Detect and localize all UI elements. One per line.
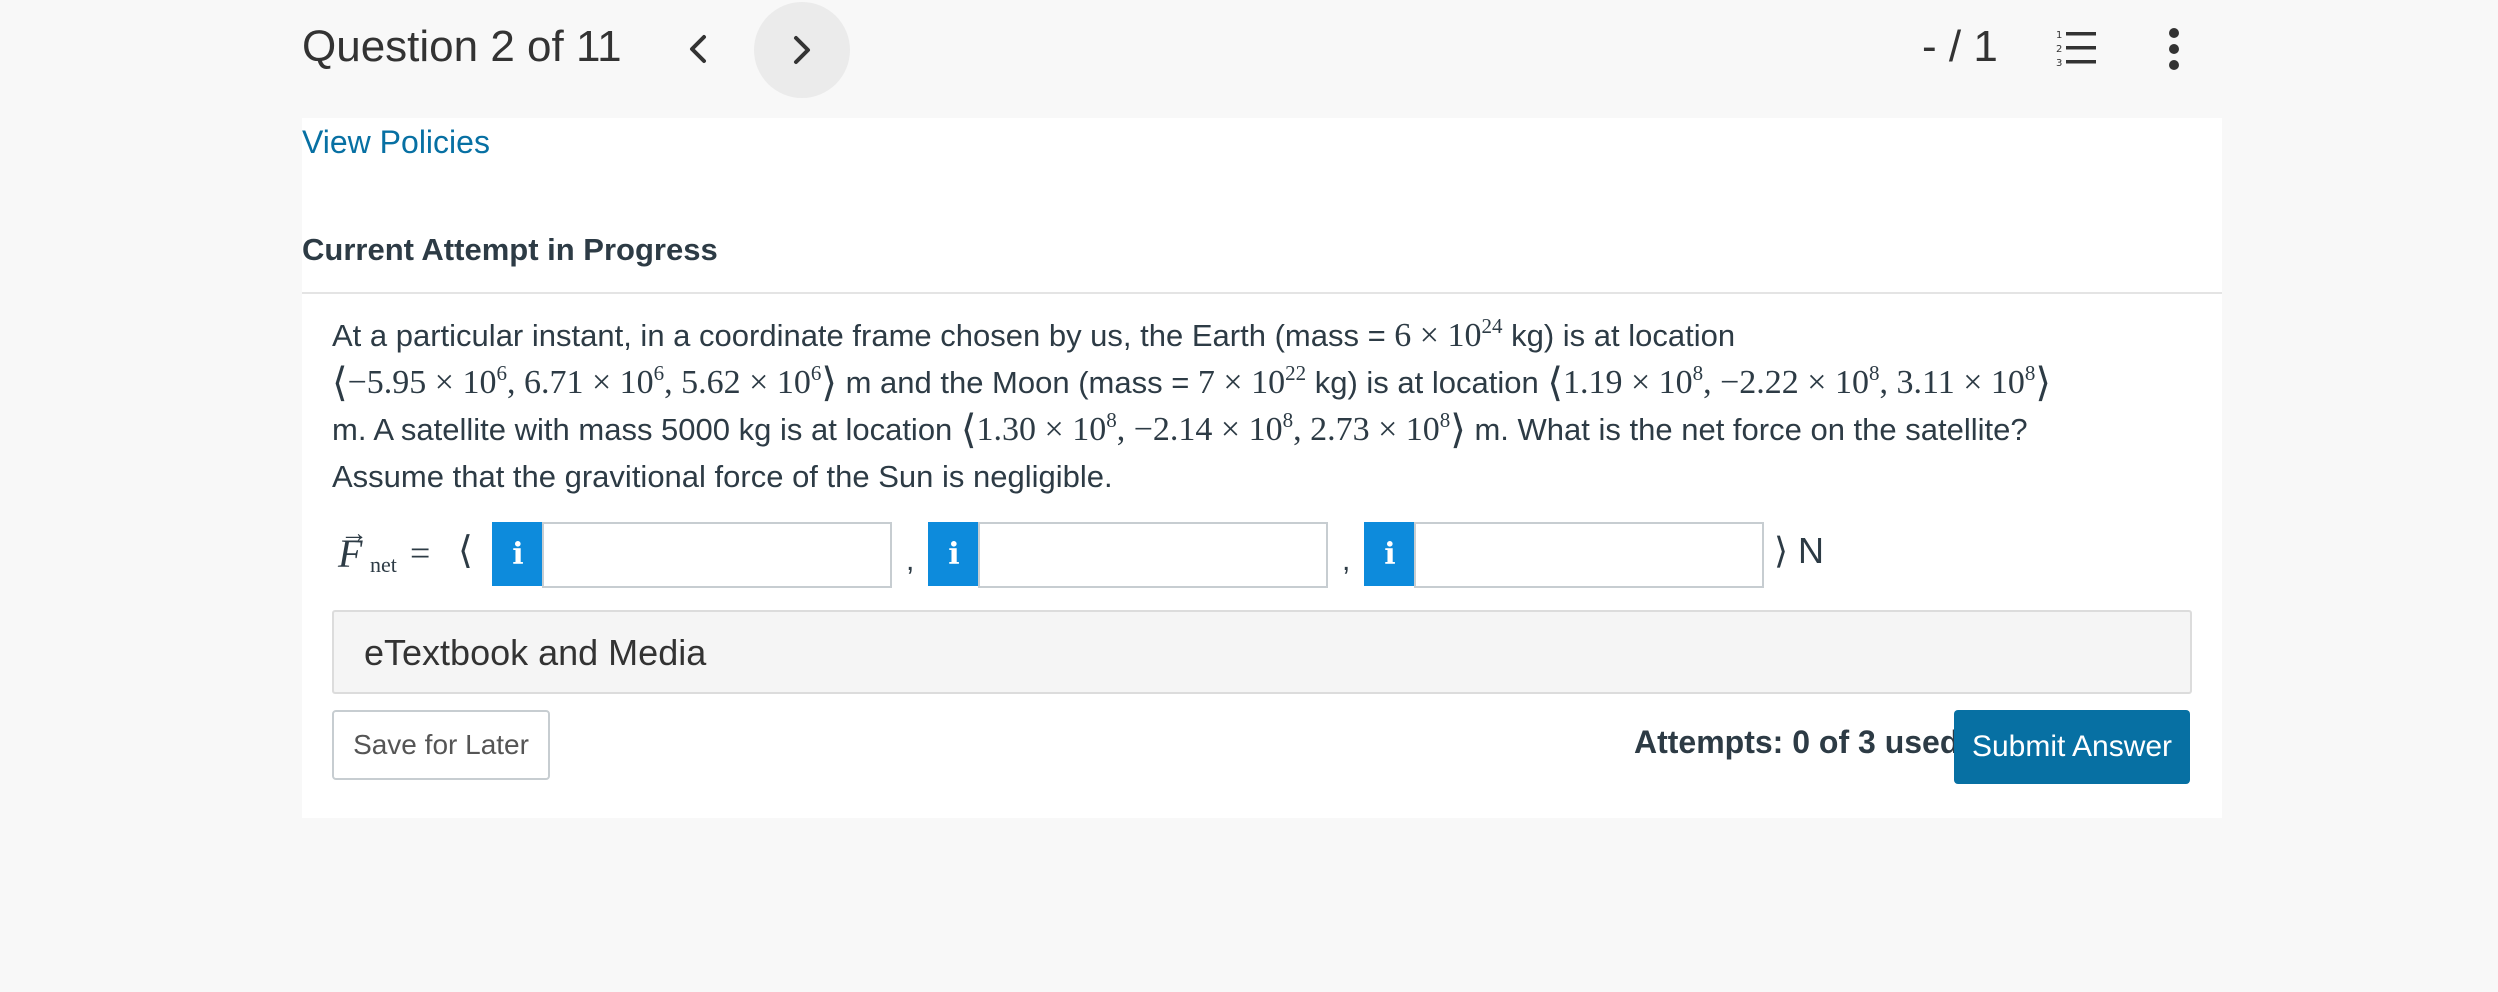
view-policies-link[interactable]: View Policies (302, 124, 490, 161)
info-icon-x[interactable]: i (492, 522, 544, 586)
chevron-right-icon (794, 36, 810, 64)
submit-answer-button[interactable]: Submit Answer (1954, 710, 2190, 784)
svg-text:2: 2 (2056, 44, 2062, 55)
more-options-button[interactable] (2160, 26, 2188, 72)
sat-loc-z: 2.73 × 10 (1310, 411, 1440, 448)
earth-mass: 6 × 1024 (1394, 314, 1503, 355)
net-force-symbol: → F net (334, 518, 414, 586)
earth-loc-y: 6.71 × 10 (523, 364, 654, 401)
question-text-segment: kg) is at location (1502, 318, 1736, 353)
vector-subscript: net (370, 552, 397, 577)
sat-loc-x-exponent: 8 (1106, 408, 1117, 432)
earth-loc-x: −5.95 × 10 (347, 364, 497, 401)
previous-question-button[interactable] (676, 24, 720, 74)
earth-loc-y-exponent: 6 (653, 361, 665, 385)
answer-row: → F net = ⟨ i , i , i ⟩ N (332, 518, 1932, 588)
attempt-heading: Current Attempt in Progress (302, 232, 718, 267)
equals-sign: = (410, 533, 431, 573)
satellite-location: ⟨1.30 × 108, −2.14 × 108, 2.73 × 108⟩ (960, 407, 1466, 453)
svg-text:1: 1 (2056, 30, 2062, 41)
score-display: - / 1 (1922, 22, 1998, 71)
question-text-segment: m and the Moon (mass = (836, 365, 1198, 400)
etextbook-media-label: eTextbook and Media (364, 632, 707, 673)
sat-loc-z-exponent: 8 (1439, 408, 1451, 432)
top-bar: Question 2 of 11 - / 1 1 2 3 (0, 0, 2498, 118)
moon-mass-value: 7 × 10 (1197, 364, 1286, 401)
attempts-counter: Attempts: 0 of 3 used (1634, 724, 1960, 760)
question-text-segment: m. A satellite with mass 5000 kg is at l… (332, 412, 961, 447)
question-line-4: Assume that the gravitional force of the… (332, 459, 1113, 494)
moon-mass-exponent: 22 (1285, 361, 1307, 385)
info-icon-z[interactable]: i (1364, 522, 1416, 586)
answer-field-x[interactable] (542, 522, 892, 588)
moon-mass: 7 × 1022 (1197, 361, 1307, 402)
question-line-1: At a particular instant, in a coordinate… (332, 312, 2212, 359)
sat-loc-x: 1.30 × 10 (976, 411, 1107, 448)
earth-loc-z-exponent: 6 (810, 361, 822, 385)
sat-loc-y: −2.14 × 10 (1133, 411, 1283, 448)
sat-loc-y-exponent: 8 (1282, 408, 1294, 432)
answer-field-z[interactable] (1414, 522, 1764, 588)
close-bracket-unit: ⟩ N (1774, 530, 1825, 571)
comma-separator: , (1342, 544, 1351, 577)
open-angle-bracket: ⟨ (458, 528, 473, 572)
moon-location: ⟨1.19 × 108, −2.22 × 108, 3.11 × 108⟩ (1547, 360, 2052, 406)
question-text: At a particular instant, in a coordinate… (332, 312, 2212, 500)
moon-loc-z: 3.11 × 10 (1896, 364, 2025, 401)
earth-mass-exponent: 24 (1481, 314, 1503, 338)
svg-text:3: 3 (2056, 58, 2062, 69)
earth-loc-x-exponent: 6 (496, 361, 507, 385)
earth-location: ⟨−5.95 × 106, 6.71 × 106, 5.62 × 106⟩ (332, 360, 837, 406)
save-for-later-button[interactable]: Save for Later (332, 710, 550, 780)
earth-mass-value: 6 × 10 (1394, 317, 1482, 354)
question-text-segment: kg) is at location (1306, 365, 1548, 400)
moon-loc-y-exponent: 8 (1868, 361, 1880, 385)
chevron-left-icon (690, 35, 706, 63)
question-line-3: m. A satellite with mass 5000 kg is at l… (332, 406, 2212, 453)
info-icon-y[interactable]: i (928, 522, 980, 586)
question-list-button[interactable]: 1 2 3 (2054, 26, 2098, 70)
etextbook-media-section[interactable]: eTextbook and Media (332, 610, 2192, 694)
moon-loc-x: 1.19 × 10 (1562, 364, 1693, 401)
question-counter: Question 2 of 11 (302, 22, 622, 71)
moon-loc-z-exponent: 8 (2024, 361, 2036, 385)
question-text-segment: At a particular instant, in a coordinate… (332, 318, 1395, 353)
moon-loc-y: −2.22 × 10 (1720, 364, 1869, 401)
question-text-segment: m. What is the net force on the satellit… (1465, 412, 2028, 447)
answer-field-y[interactable] (978, 522, 1328, 588)
more-vertical-icon (2169, 28, 2179, 70)
question-line-2: ⟨−5.95 × 106, 6.71 × 106, 5.62 × 106⟩ m … (332, 359, 2212, 406)
earth-loc-z: 5.62 × 10 (681, 364, 811, 401)
moon-loc-x-exponent: 8 (1692, 361, 1704, 385)
vector-symbol: F (338, 531, 363, 576)
comma-separator: , (906, 544, 915, 577)
next-question-button[interactable] (754, 2, 850, 98)
numbered-list-icon: 1 2 3 (2056, 30, 2096, 69)
divider (302, 292, 2222, 294)
